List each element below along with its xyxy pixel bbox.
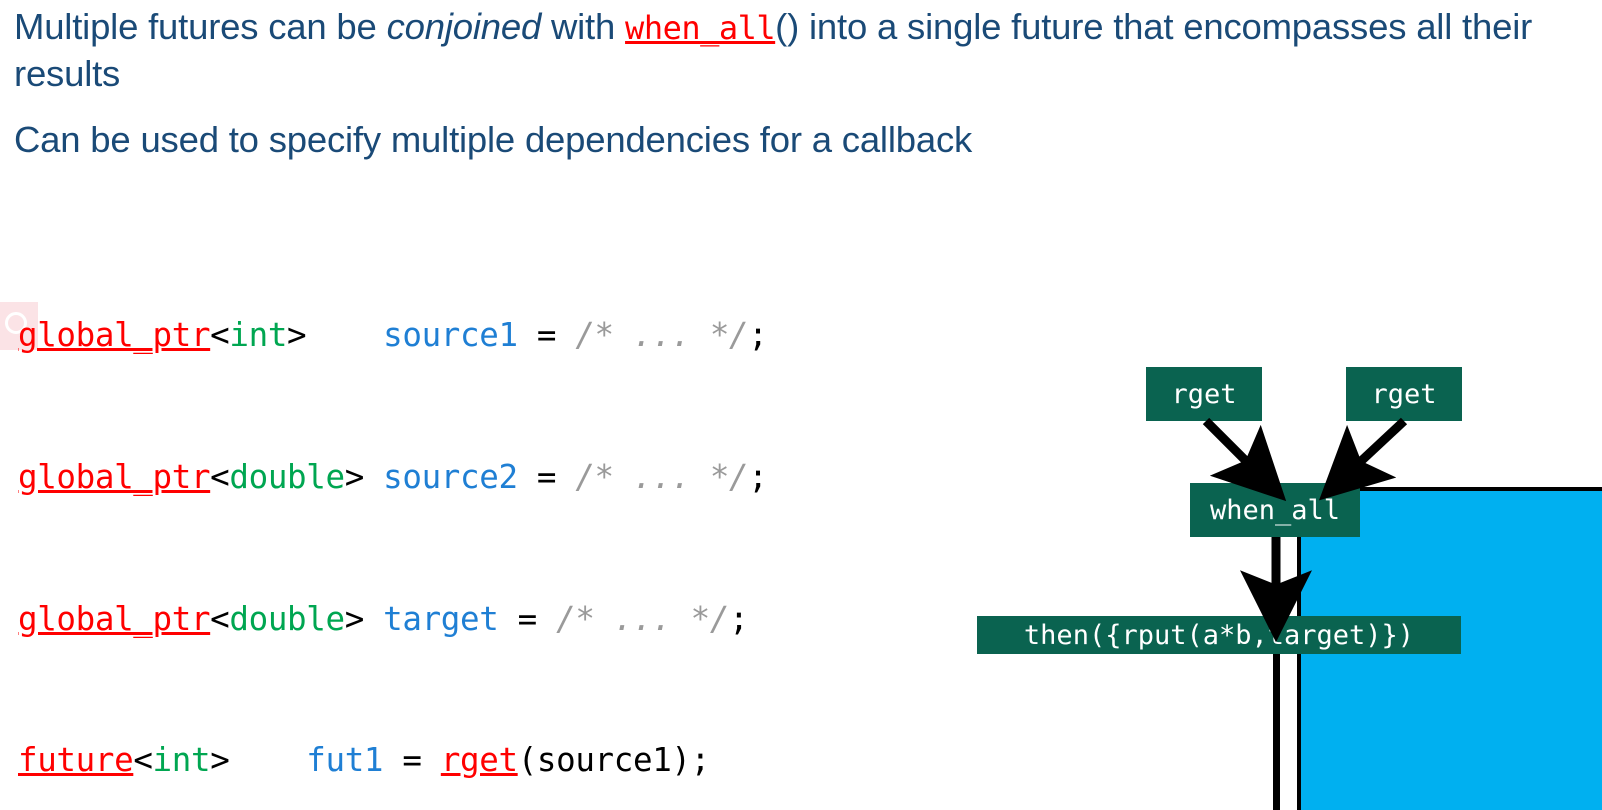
- diagram-node-when-all-label: when_all: [1209, 494, 1341, 526]
- bullet-item-2: Can be used to specify multiple dependen…: [14, 117, 1602, 162]
- code-line-3: global_ptr<double> target = /* ... */;: [18, 599, 749, 638]
- bullet-1-part-3: with: [541, 6, 626, 47]
- diagram-node-rget-1: rget: [1146, 367, 1262, 421]
- bullet-2-text: Can be used to specify multiple dependen…: [14, 119, 973, 160]
- diagram-node-rget-2-label: rget: [1371, 378, 1437, 410]
- then-trunk-line: [1273, 533, 1280, 810]
- code-line-4: future<int> fut1 = rget(source1);: [18, 741, 710, 780]
- diagram-node-rget-1-label: rget: [1171, 378, 1237, 410]
- bullet-item-1: Multiple futures can be conjoined with w…: [14, 4, 1602, 96]
- diagram-node-then: then({rput(a*b,target)}): [977, 616, 1461, 654]
- edge-rget1-to-whenall: [1202, 417, 1287, 502]
- highlight-region: [1297, 487, 1602, 810]
- edge-rget2-to-whenall: [1318, 417, 1408, 501]
- diagram-node-then-label: then({rput(a*b,target)}): [1023, 619, 1415, 651]
- code-line-2: global_ptr<double> source2 = /* ... */;: [18, 458, 768, 496]
- bullet-1-code-when-all: when_all: [625, 9, 776, 47]
- diagram-node-rget-2: rget: [1346, 367, 1462, 421]
- code-block: global_ptr<int> source1 = /* ... */; glo…: [18, 218, 806, 810]
- code-line-1: global_ptr<int> source1 = /* ... */;: [18, 316, 768, 355]
- bullet-1-emphasis: conjoined: [386, 6, 542, 47]
- slide-canvas: Multiple futures can be conjoined with w…: [0, 0, 1602, 810]
- bullet-1-part-1: Multiple futures can be: [14, 6, 387, 47]
- diagram-node-when-all: when_all: [1190, 483, 1360, 537]
- bullet-list: Multiple futures can be conjoined with w…: [14, 0, 1602, 162]
